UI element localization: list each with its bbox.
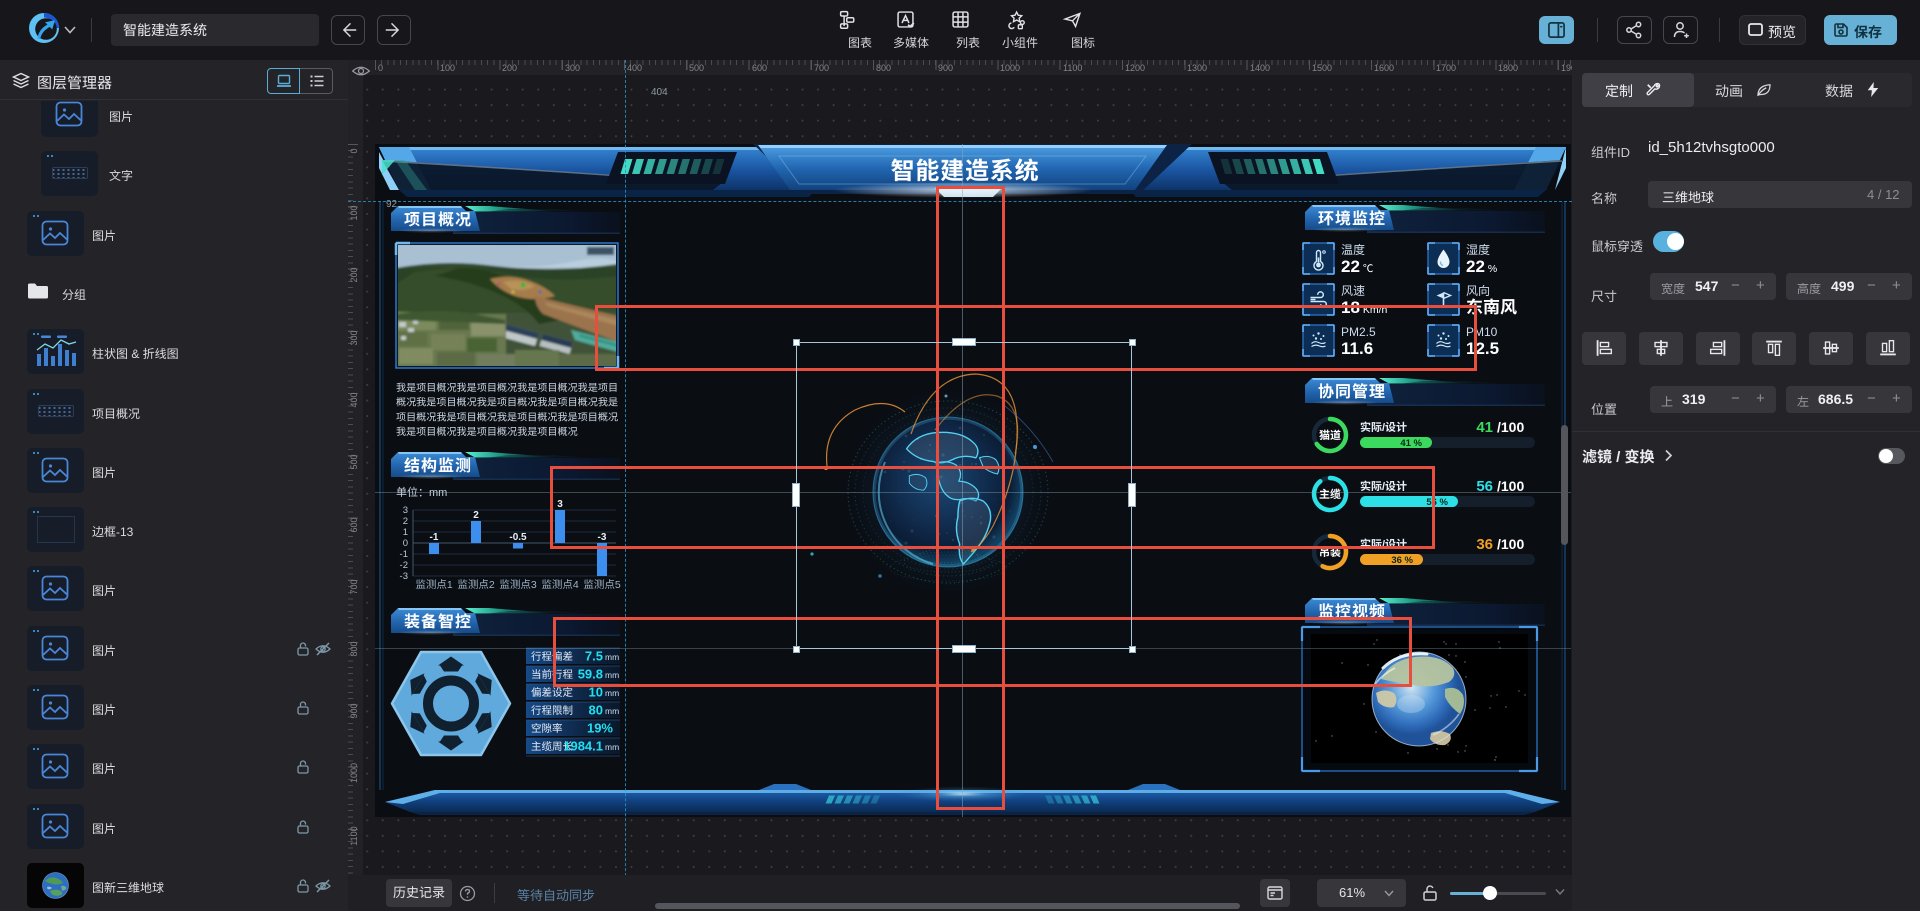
svg-text:风速: 风速 [1341,284,1365,298]
svg-text:我是项目概况我是项目概况我是项目概况我是项目: 我是项目概况我是项目概况我是项目概况我是项目 [396,382,618,394]
svg-text:19%: 19% [587,721,613,736]
svg-text:0: 0 [403,538,408,549]
svg-text:项目概况我是项目概况我是项目概况我是项目概况: 项目概况我是项目概况我是项目概况我是项目概况 [396,411,618,423]
svg-text:装备智控: 装备智控 [404,613,472,631]
svg-text:协同管理: 协同管理 [1318,383,1386,401]
svg-text:概况我是项目概况我是项目概况我是项目概况我是: 概况我是项目概况我是项目概况我是项目概况我是 [396,397,618,409]
svg-text:36 %: 36 % [1391,555,1413,566]
svg-text:41: 41 [1476,419,1493,436]
svg-text:温度: 温度 [1341,243,1365,257]
svg-text:空隙率: 空隙率 [531,723,563,735]
svg-text:41 %: 41 % [1400,438,1422,449]
svg-text:80: 80 [589,703,603,718]
svg-text:-3: -3 [400,571,408,582]
svg-text:2: 2 [403,516,408,527]
svg-text:36: 36 [1476,536,1493,553]
svg-text:/100: /100 [1497,419,1524,435]
svg-text:环境监控: 环境监控 [1318,210,1386,228]
svg-text:湿度: 湿度 [1466,243,1490,257]
svg-text:mm: mm [605,688,619,698]
svg-text:监测点5: 监测点5 [583,579,620,591]
svg-text:监测点4: 监测点4 [541,579,578,591]
svg-text:风向: 风向 [1466,284,1490,298]
svg-text:猫道: 猫道 [1319,429,1341,442]
svg-text:监测点2: 监测点2 [457,579,494,591]
svg-text:我是项目概况我是项目概况我是项目概况: 我是项目概况我是项目概况我是项目概况 [396,426,578,438]
svg-text:智能建造系统: 智能建造系统 [891,158,1040,185]
svg-text:-2: -2 [400,560,408,571]
svg-text:行程限制: 行程限制 [531,705,573,717]
svg-text:-1: -1 [400,549,408,560]
svg-text:1: 1 [403,527,408,538]
svg-text:偏差设定: 偏差设定 [531,687,573,699]
svg-text:/100: /100 [1497,536,1524,552]
svg-text:监测点3: 监测点3 [499,579,536,591]
svg-text:结构监测: 结构监测 [404,457,472,475]
svg-text:3: 3 [403,505,408,516]
svg-text:项目概况: 项目概况 [404,211,472,229]
svg-text:-0.5: -0.5 [509,532,527,543]
svg-text:监测点1: 监测点1 [415,579,452,591]
svg-text:实际/设计: 实际/设计 [1360,421,1407,434]
svg-text:mm: mm [605,742,619,752]
svg-text:mm: mm [605,706,619,716]
svg-text:-1: -1 [430,532,439,543]
svg-text:2: 2 [473,510,479,521]
svg-text:1984.1: 1984.1 [563,739,603,754]
